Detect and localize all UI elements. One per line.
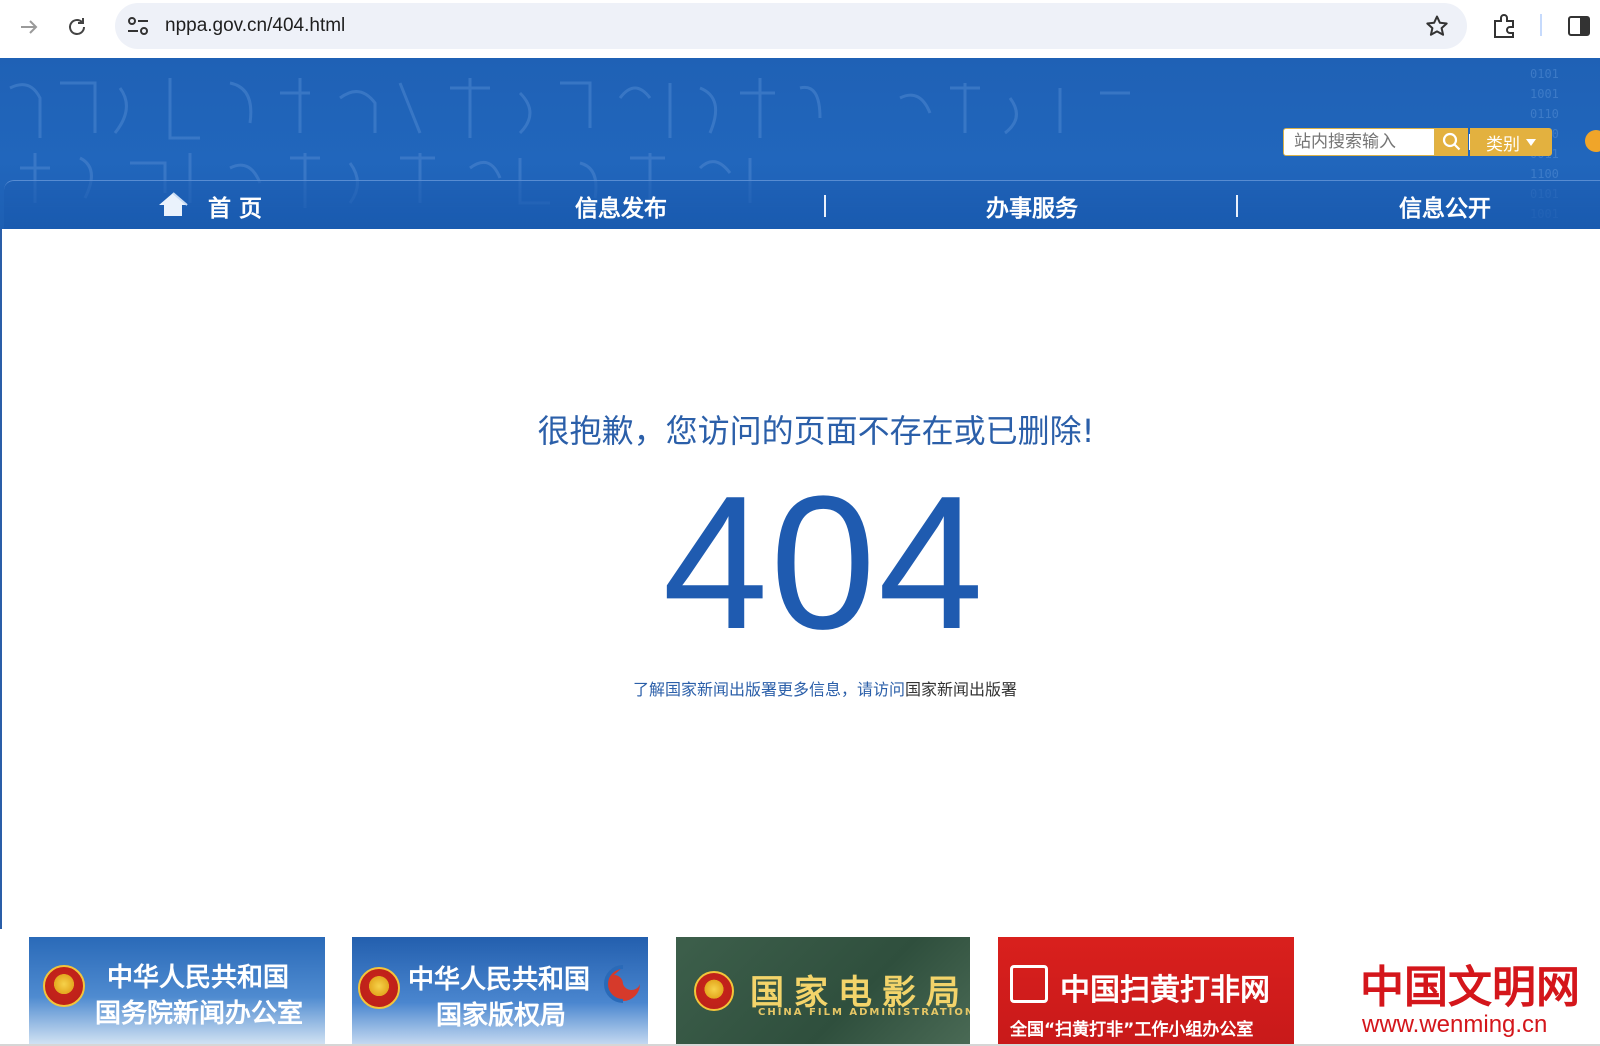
reload-icon — [69, 18, 85, 35]
banner-cfa[interactable]: 国家电影局 CHINA FILM ADMINISTRATION — [676, 937, 970, 1046]
banner-subtitle: CHINA FILM ADMINISTRATION — [758, 1007, 970, 1018]
banner-wenming[interactable]: 中国文明网 www.wenming.cn — [1320, 937, 1600, 1046]
banner-scio[interactable]: 中华人民共和国 国务院新闻办公室 — [29, 937, 325, 1046]
site-settings-icon[interactable] — [126, 15, 150, 37]
nav-disclosure[interactable]: 信息公开 — [1399, 189, 1491, 223]
home-icon — [159, 192, 188, 216]
side-panel-icon[interactable] — [1567, 14, 1591, 38]
nppa-home-link[interactable]: 国家新闻出版署 — [905, 680, 1017, 699]
address-bar[interactable]: nppa.gov.cn/404.html — [115, 3, 1467, 49]
nav-services[interactable]: 办事服务 — [986, 189, 1078, 223]
banner-subtitle: 国务院新闻办公室 — [95, 999, 304, 1029]
site-header: 01011001011010100011110001011001 类别 首 页 … — [0, 58, 1600, 229]
bookmark-star-icon[interactable] — [1425, 14, 1449, 38]
toolbar-divider — [1540, 14, 1542, 36]
banner-subtitle: 全国“扫黄打非”工作小组办公室 — [1010, 1020, 1254, 1040]
dropdown-arrow-icon — [1526, 138, 1536, 146]
error-message: 很抱歉，您访问的页面不存在或已删除! — [537, 412, 1095, 450]
extensions-icon[interactable] — [1490, 12, 1518, 40]
chat-bubble-icon[interactable] — [1585, 130, 1600, 152]
svg-text:0110: 0110 — [1530, 107, 1559, 121]
error-help-text: 了解国家新闻出版署更多信息，请访问国家新闻出版署 — [0, 676, 1600, 700]
banner-ncac[interactable]: 中华人民共和国 国家版权局 — [352, 937, 648, 1046]
site-search-input[interactable] — [1284, 129, 1434, 155]
banner-shdf[interactable]: 中国扫黄打非网 全国“扫黄打非”工作小组办公室 — [998, 937, 1294, 1046]
nav-info-release[interactable]: 信息发布 — [575, 189, 667, 223]
nav-divider — [1236, 195, 1238, 217]
category-dropdown[interactable]: 类别 — [1470, 128, 1552, 156]
arrow-right-icon — [21, 20, 38, 34]
seal-logo-icon — [1010, 965, 1048, 1003]
national-emblem-icon — [358, 967, 400, 1009]
nav-divider — [824, 195, 826, 217]
banner-subtitle: 国家版权局 — [436, 1001, 567, 1031]
national-emblem-icon — [694, 971, 734, 1011]
forward-button[interactable] — [14, 12, 44, 42]
help-text-prefix: 了解国家新闻出版署更多信息，请访问 — [632, 680, 905, 699]
url-text[interactable]: nppa.gov.cn/404.html — [165, 15, 345, 37]
banner-title: 中华人民共和国 — [107, 963, 290, 993]
search-button[interactable] — [1435, 128, 1468, 156]
partner-banners: 中华人民共和国 国务院新闻办公室 中华人民共和国 国家版权局 国家电影局 CHI… — [0, 937, 1600, 1046]
site-search-box[interactable] — [1283, 128, 1435, 156]
svg-text:0101: 0101 — [1530, 67, 1559, 81]
search-icon — [1442, 132, 1460, 151]
reload-button[interactable] — [62, 12, 92, 42]
browser-toolbar: nppa.gov.cn/404.html — [0, 0, 1600, 58]
category-label: 类别 — [1486, 134, 1520, 155]
banner-subtitle: www.wenming.cn — [1362, 1011, 1548, 1038]
banner-title: 中国扫黄打非网 — [1060, 973, 1270, 1008]
svg-text:1001: 1001 — [1530, 87, 1559, 101]
national-emblem-icon — [43, 965, 85, 1007]
copyright-logo-icon — [604, 965, 640, 1003]
nav-home[interactable]: 首 页 — [208, 189, 262, 223]
banner-title: 中华人民共和国 — [408, 965, 591, 995]
main-nav: 首 页 信息发布 办事服务 信息公开 — [4, 180, 1600, 229]
svg-text:1100: 1100 — [1530, 167, 1559, 181]
banner-title: 中国文明网 — [1360, 962, 1580, 1013]
error-code: 404 — [662, 457, 986, 669]
